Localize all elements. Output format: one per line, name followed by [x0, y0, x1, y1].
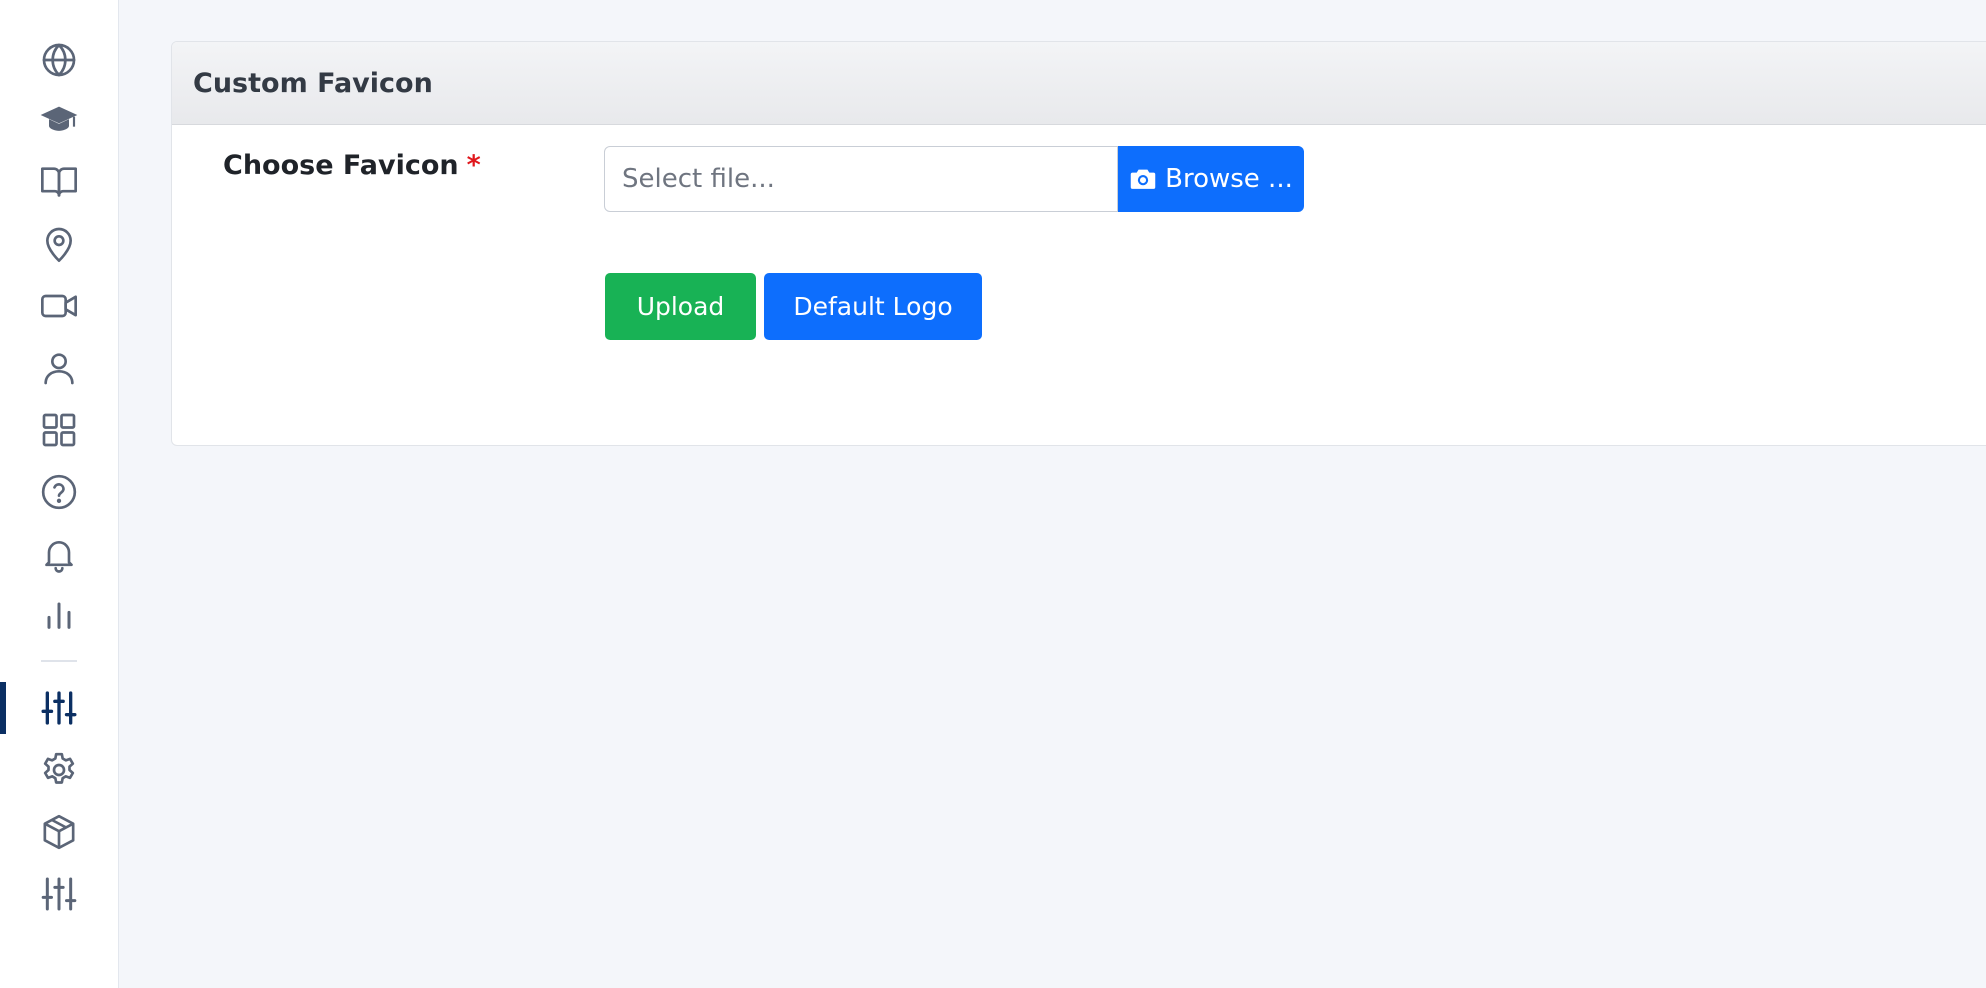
sidebar-item-products[interactable] — [0, 804, 118, 860]
sidebar — [0, 0, 119, 988]
field-label: Choose Favicon * — [223, 150, 481, 181]
bar-chart-icon — [47, 602, 71, 629]
card-title: Custom Favicon — [172, 42, 1986, 125]
grid-icon — [42, 413, 76, 447]
sidebar-item-videos[interactable] — [0, 278, 118, 334]
browse-button-label: Browse ... — [1165, 164, 1293, 194]
sidebar-item-users[interactable] — [0, 340, 118, 396]
sidebar-item-customization[interactable] — [0, 680, 118, 736]
sidebar-item-notifications[interactable] — [0, 526, 118, 582]
user-icon — [44, 353, 74, 385]
map-pin-icon — [46, 227, 72, 262]
gear-icon — [43, 752, 75, 784]
sliders-icon — [41, 877, 77, 911]
sidebar-item-globe[interactable] — [0, 32, 118, 88]
sidebar-item-dashboard[interactable] — [0, 402, 118, 458]
field-label-text: Choose Favicon — [223, 150, 459, 181]
book-icon — [41, 167, 77, 197]
file-input[interactable]: Select file... — [604, 146, 1118, 212]
sidebar-item-library[interactable] — [0, 154, 118, 210]
favicon-card: Custom Favicon Choose Favicon * Select fi… — [171, 41, 1986, 446]
box-icon — [43, 814, 75, 850]
sidebar-divider — [41, 660, 77, 662]
camera-icon — [1130, 169, 1156, 189]
sidebar-item-help[interactable] — [0, 464, 118, 520]
required-marker: * — [466, 150, 481, 181]
sliders-icon — [41, 691, 77, 725]
sidebar-item-locations[interactable] — [0, 216, 118, 272]
globe-icon — [42, 43, 76, 77]
sidebar-item-settings[interactable] — [0, 742, 118, 798]
sidebar-item-reports[interactable] — [0, 586, 118, 642]
sidebar-item-preferences[interactable] — [0, 866, 118, 922]
video-icon — [41, 294, 77, 318]
sidebar-item-courses[interactable] — [0, 92, 118, 148]
help-circle-icon — [41, 474, 77, 510]
upload-button[interactable]: Upload — [605, 273, 756, 340]
browse-button[interactable]: Browse ... — [1118, 146, 1304, 212]
bell-icon — [45, 541, 73, 573]
default-logo-button[interactable]: Default Logo — [764, 273, 982, 340]
graduation-cap-icon — [40, 106, 78, 131]
